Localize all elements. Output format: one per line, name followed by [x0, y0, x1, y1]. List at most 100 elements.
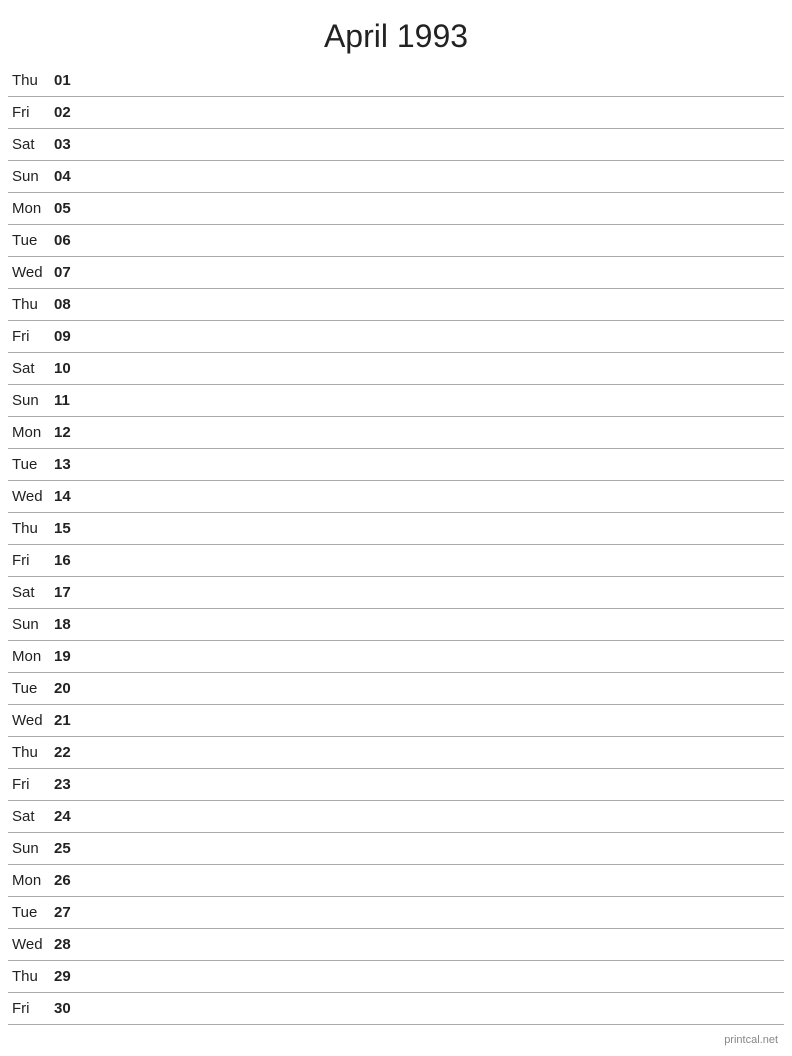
day-number: 13 [54, 456, 82, 473]
day-name: Mon [12, 872, 54, 889]
day-line [82, 176, 780, 177]
day-number: 03 [54, 136, 82, 153]
day-number: 28 [54, 936, 82, 953]
day-number: 25 [54, 840, 82, 857]
day-number: 01 [54, 72, 82, 89]
day-line [82, 688, 780, 689]
calendar-row: Thu08 [8, 289, 784, 321]
day-line [82, 912, 780, 913]
calendar-row: Sun18 [8, 609, 784, 641]
calendar-row: Wed21 [8, 705, 784, 737]
footer-text: printcal.net [724, 1034, 778, 1046]
day-name: Sun [12, 616, 54, 633]
calendar-row: Fri30 [8, 993, 784, 1025]
day-line [82, 848, 780, 849]
day-line [82, 304, 780, 305]
day-name: Mon [12, 200, 54, 217]
day-name: Sat [12, 584, 54, 601]
calendar-row: Sat24 [8, 801, 784, 833]
calendar-row: Sun11 [8, 385, 784, 417]
day-line [82, 880, 780, 881]
day-number: 29 [54, 968, 82, 985]
calendar-row: Mon19 [8, 641, 784, 673]
calendar-row: Sun25 [8, 833, 784, 865]
day-line [82, 656, 780, 657]
day-line [82, 784, 780, 785]
calendar-row: Fri02 [8, 97, 784, 129]
day-name: Fri [12, 104, 54, 121]
day-number: 26 [54, 872, 82, 889]
day-number: 02 [54, 104, 82, 121]
calendar-row: Wed14 [8, 481, 784, 513]
calendar-row: Wed28 [8, 929, 784, 961]
day-line [82, 1008, 780, 1009]
day-line [82, 752, 780, 753]
calendar-row: Fri16 [8, 545, 784, 577]
day-number: 05 [54, 200, 82, 217]
day-number: 08 [54, 296, 82, 313]
day-name: Fri [12, 328, 54, 345]
day-line [82, 208, 780, 209]
calendar-container: Thu01Fri02Sat03Sun04Mon05Tue06Wed07Thu08… [0, 65, 792, 1025]
day-line [82, 624, 780, 625]
calendar-row: Mon12 [8, 417, 784, 449]
day-name: Thu [12, 968, 54, 985]
day-number: 20 [54, 680, 82, 697]
day-line [82, 240, 780, 241]
day-line [82, 720, 780, 721]
day-number: 15 [54, 520, 82, 537]
day-name: Thu [12, 296, 54, 313]
day-line [82, 112, 780, 113]
day-number: 07 [54, 264, 82, 281]
day-number: 09 [54, 328, 82, 345]
day-name: Tue [12, 680, 54, 697]
day-number: 30 [54, 1000, 82, 1017]
day-name: Thu [12, 520, 54, 537]
day-number: 23 [54, 776, 82, 793]
calendar-row: Fri23 [8, 769, 784, 801]
day-number: 24 [54, 808, 82, 825]
day-number: 16 [54, 552, 82, 569]
calendar-row: Fri09 [8, 321, 784, 353]
calendar-row: Sat10 [8, 353, 784, 385]
day-line [82, 592, 780, 593]
calendar-row: Sun04 [8, 161, 784, 193]
day-name: Tue [12, 904, 54, 921]
calendar-row: Thu15 [8, 513, 784, 545]
calendar-row: Tue06 [8, 225, 784, 257]
calendar-row: Tue27 [8, 897, 784, 929]
day-name: Sat [12, 136, 54, 153]
day-line [82, 560, 780, 561]
calendar-row: Sat17 [8, 577, 784, 609]
day-line [82, 496, 780, 497]
day-name: Thu [12, 744, 54, 761]
day-number: 17 [54, 584, 82, 601]
day-number: 10 [54, 360, 82, 377]
day-number: 19 [54, 648, 82, 665]
day-name: Sun [12, 168, 54, 185]
day-line [82, 464, 780, 465]
day-line [82, 272, 780, 273]
day-name: Tue [12, 232, 54, 249]
day-name: Thu [12, 72, 54, 89]
day-name: Fri [12, 1000, 54, 1017]
day-number: 04 [54, 168, 82, 185]
day-line [82, 144, 780, 145]
day-line [82, 976, 780, 977]
day-name: Mon [12, 424, 54, 441]
day-line [82, 336, 780, 337]
day-line [82, 400, 780, 401]
day-name: Sat [12, 808, 54, 825]
day-line [82, 432, 780, 433]
day-number: 06 [54, 232, 82, 249]
day-number: 27 [54, 904, 82, 921]
calendar-row: Mon05 [8, 193, 784, 225]
page-title: April 1993 [0, 0, 792, 65]
day-name: Sun [12, 840, 54, 857]
day-name: Tue [12, 456, 54, 473]
day-line [82, 80, 780, 81]
day-line [82, 368, 780, 369]
calendar-row: Tue13 [8, 449, 784, 481]
calendar-row: Tue20 [8, 673, 784, 705]
day-line [82, 816, 780, 817]
